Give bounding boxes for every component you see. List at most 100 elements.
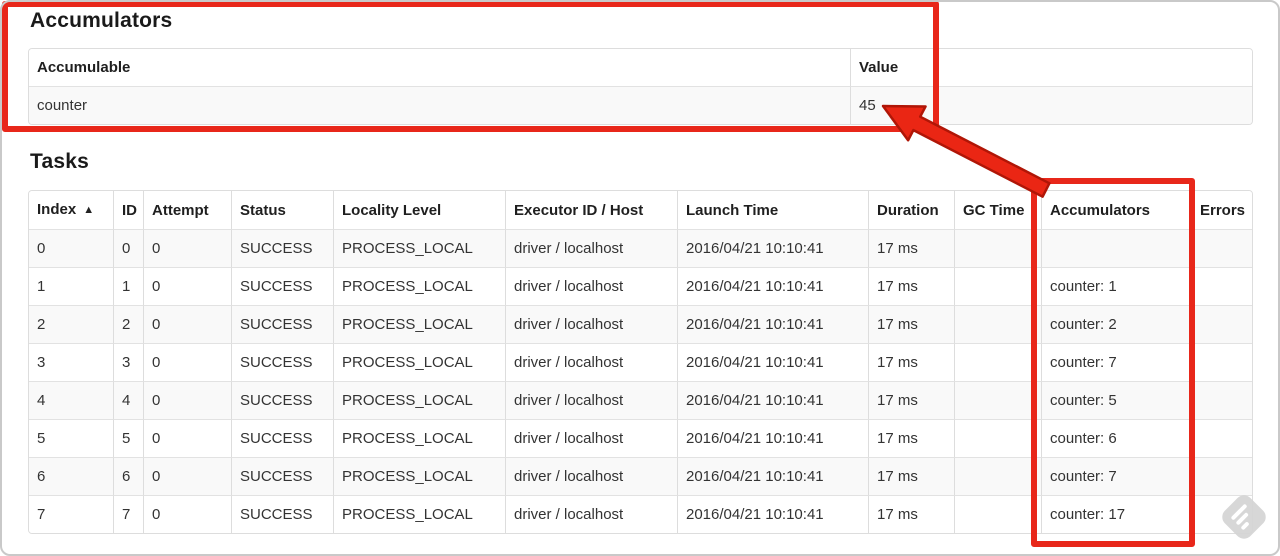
cell-id: 1 (113, 267, 143, 305)
header-row: Index ▲ ID Attempt Status Locality Level Execu… (29, 191, 1252, 229)
cell-errors (1191, 229, 1252, 267)
cell-duration: 17 ms (868, 457, 954, 495)
col-header-launch-time[interactable]: Launch Time (677, 191, 868, 229)
cell-executor-id-host: driver / localhost (505, 229, 677, 267)
cell-launch-time: 2016/04/21 10:10:41 (677, 343, 868, 381)
cell-index: 0 (29, 229, 113, 267)
cell-attempt: 0 (143, 229, 231, 267)
cell-duration: 17 ms (868, 305, 954, 343)
col-header-gc-time[interactable]: GC Time (954, 191, 1041, 229)
table-row: 1 1 0 SUCCESS PROCESS_LOCAL driver / localhos… (29, 267, 1252, 305)
cell-index: 5 (29, 419, 113, 457)
cell-launch-time: 2016/04/21 10:10:41 (677, 419, 868, 457)
cell-id: 7 (113, 495, 143, 533)
col-header-executor-id-host[interactable]: Executor ID / Host (505, 191, 677, 229)
cell-executor-id-host: driver / localhost (505, 381, 677, 419)
cell-id: 5 (113, 419, 143, 457)
cell-index: 1 (29, 267, 113, 305)
cell-executor-id-host: driver / localhost (505, 267, 677, 305)
cell-errors (1191, 305, 1252, 343)
cell-errors (1191, 495, 1252, 533)
cell-locality-level: PROCESS_LOCAL (333, 495, 505, 533)
cell-duration: 17 ms (868, 495, 954, 533)
cell-id: 4 (113, 381, 143, 419)
cell-errors (1191, 419, 1252, 457)
cell-gc-time (954, 267, 1041, 305)
table-row: counter 45 (29, 86, 1252, 124)
accumulators-table: Accumulable Value counter 45 (28, 48, 1253, 125)
cell-status: SUCCESS (231, 305, 333, 343)
cell-launch-time: 2016/04/21 10:10:41 (677, 457, 868, 495)
tasks-table: Index ▲ ID Attempt Status Locality Level Execu… (28, 190, 1253, 534)
cell-attempt: 0 (143, 381, 231, 419)
cell-status: SUCCESS (231, 419, 333, 457)
cell-status: SUCCESS (231, 457, 333, 495)
spark-stage-page: Accumulators Accumulable Value counter 45 T… (0, 0, 1280, 556)
col-header-duration[interactable]: Duration (868, 191, 954, 229)
cell-launch-time: 2016/04/21 10:10:41 (677, 267, 868, 305)
cell-attempt: 0 (143, 495, 231, 533)
cell-status: SUCCESS (231, 381, 333, 419)
cell-locality-level: PROCESS_LOCAL (333, 381, 505, 419)
cell-locality-level: PROCESS_LOCAL (333, 343, 505, 381)
cell-errors (1191, 343, 1252, 381)
cell-errors (1191, 381, 1252, 419)
cell-launch-time: 2016/04/21 10:10:41 (677, 381, 868, 419)
col-header-status[interactable]: Status (231, 191, 333, 229)
cell-locality-level: PROCESS_LOCAL (333, 305, 505, 343)
cell-errors (1191, 457, 1252, 495)
cell-accumulators: counter: 1 (1041, 267, 1191, 305)
col-header-index[interactable]: Index ▲ (29, 191, 113, 229)
col-header-id[interactable]: ID (113, 191, 143, 229)
cell-accumulators: counter: 6 (1041, 419, 1191, 457)
col-header-locality-level[interactable]: Locality Level (333, 191, 505, 229)
cell-id: 2 (113, 305, 143, 343)
cell-attempt: 0 (143, 419, 231, 457)
cell-status: SUCCESS (231, 267, 333, 305)
cell-locality-level: PROCESS_LOCAL (333, 267, 505, 305)
table-row: 6 6 0 SUCCESS PROCESS_LOCAL driver / localhos… (29, 457, 1252, 495)
col-header-value: Value (850, 49, 1252, 86)
cell-id: 3 (113, 343, 143, 381)
cell-id: 0 (113, 229, 143, 267)
cell-accumulators: counter: 5 (1041, 381, 1191, 419)
col-header-accumulators[interactable]: Accumulators (1041, 191, 1191, 229)
cell-gc-time (954, 419, 1041, 457)
cell-status: SUCCESS (231, 495, 333, 533)
cell-gc-time (954, 229, 1041, 267)
cell-index: 2 (29, 305, 113, 343)
cell-gc-time (954, 305, 1041, 343)
cell-attempt: 0 (143, 267, 231, 305)
cell-id: 6 (113, 457, 143, 495)
cell-duration: 17 ms (868, 267, 954, 305)
table-row: 3 3 0 SUCCESS PROCESS_LOCAL driver / localhos… (29, 343, 1252, 381)
table-row: 2 2 0 SUCCESS PROCESS_LOCAL driver / localhos… (29, 305, 1252, 343)
cell-index: 4 (29, 381, 113, 419)
cell-executor-id-host: driver / localhost (505, 419, 677, 457)
cell-accumulators: counter: 7 (1041, 457, 1191, 495)
cell-executor-id-host: driver / localhost (505, 305, 677, 343)
header-row: Accumulable Value (29, 49, 1252, 86)
cell-accumulators (1041, 229, 1191, 267)
cell-attempt: 0 (143, 305, 231, 343)
cell-gc-time (954, 381, 1041, 419)
cell-index: 7 (29, 495, 113, 533)
accumulators-heading: Accumulators (30, 9, 173, 32)
cell-launch-time: 2016/04/21 10:10:41 (677, 229, 868, 267)
col-header-accumulable: Accumulable (29, 49, 850, 86)
cell-gc-time (954, 457, 1041, 495)
cell-gc-time (954, 495, 1041, 533)
cell-accumulators: counter: 2 (1041, 305, 1191, 343)
cell-index: 6 (29, 457, 113, 495)
cell-value: 45 (850, 86, 1252, 124)
cell-status: SUCCESS (231, 343, 333, 381)
cell-duration: 17 ms (868, 343, 954, 381)
col-header-attempt[interactable]: Attempt (143, 191, 231, 229)
cell-errors (1191, 267, 1252, 305)
cell-attempt: 0 (143, 457, 231, 495)
sort-ascending-icon: ▲ (83, 204, 95, 216)
col-header-errors[interactable]: Errors (1191, 191, 1252, 229)
table-row: 0 0 0 SUCCESS PROCESS_LOCAL driver / localhos… (29, 229, 1252, 267)
cell-duration: 17 ms (868, 381, 954, 419)
cell-status: SUCCESS (231, 229, 333, 267)
